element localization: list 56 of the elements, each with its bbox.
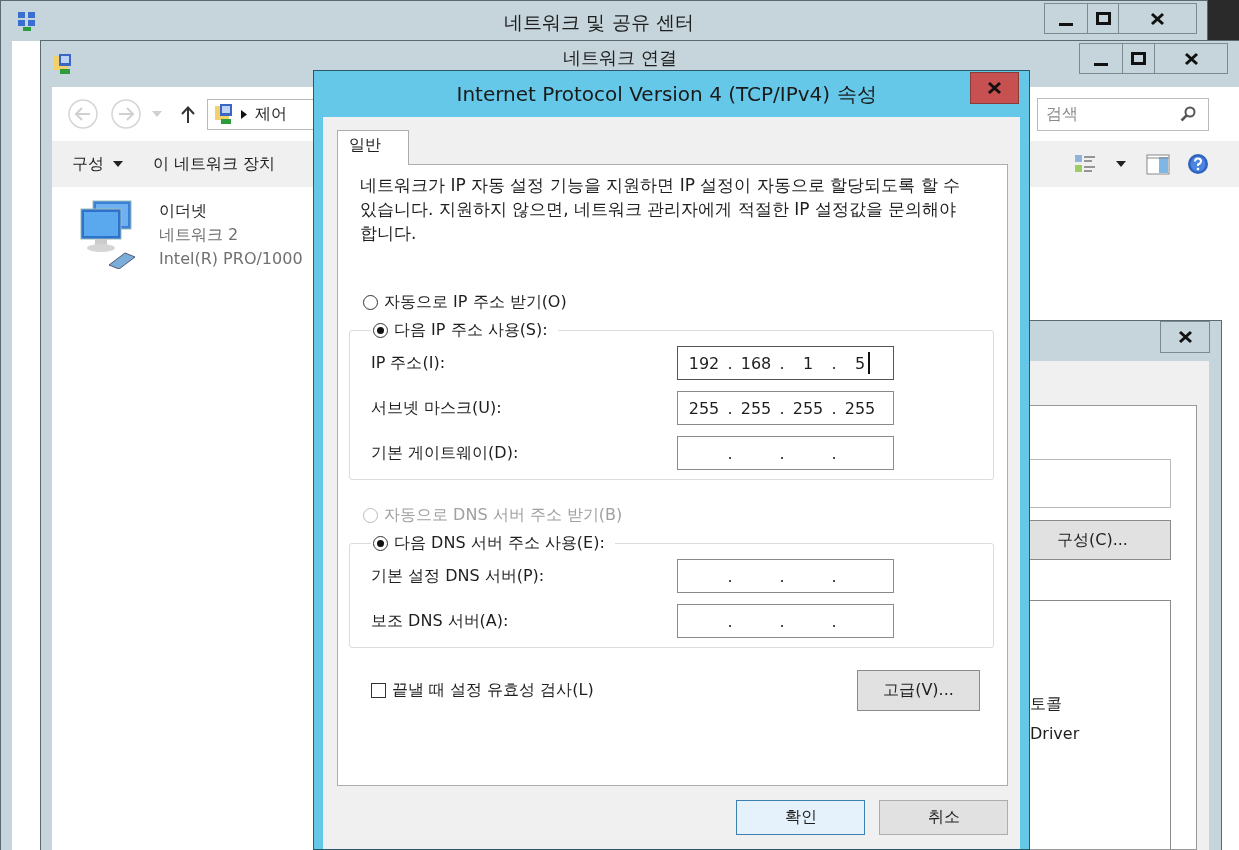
close-icon — [1183, 51, 1199, 66]
search-icon — [1180, 106, 1196, 122]
network-icon — [17, 10, 37, 32]
minimize-button[interactable] — [1079, 43, 1123, 74]
advanced-button[interactable]: 고급(V)... — [857, 670, 980, 711]
connection-detail: Intel(R) PRO/1000 — [159, 248, 303, 270]
preview-pane-icon[interactable] — [1146, 153, 1170, 175]
close-button[interactable] — [1118, 3, 1197, 34]
maximize-icon — [1131, 51, 1146, 66]
maximize-button[interactable] — [1087, 3, 1119, 34]
window-title: 네트워크 및 공유 센터 — [504, 10, 694, 35]
close-icon — [1177, 330, 1193, 344]
connection-name: 이더넷 — [159, 200, 208, 222]
checkbox[interactable]: 끝낼 때 설정 유효성 검사(L) — [371, 680, 594, 701]
close-icon — [1150, 11, 1165, 26]
view-options-icon[interactable] — [1074, 153, 1096, 175]
dialog-title: Internet Protocol Version 4 (TCP/IPv4) 속성 — [456, 80, 877, 108]
caret-icon — [113, 161, 123, 167]
field-label: 기본 게이트웨이(D): — [371, 442, 520, 464]
field-label: 서브넷 마스크(U): — [371, 397, 503, 419]
toolbar-button[interactable]: 구성 — [72, 153, 123, 175]
description-text: 네트워크가 IP 자동 설정 기능을 지원하면 IP 설정이 자동으로 할당되도록 할 수 있습니다. 지원하지 않으면, 네트워크 관리자에게 적절한 IP 설정값을 문의해야 합니다. — [360, 174, 960, 245]
caret-icon[interactable] — [1116, 161, 1126, 167]
up-arrow-icon[interactable] — [181, 105, 195, 123]
maximize-icon — [1095, 11, 1111, 26]
field-label: 기본 설정 DNS 서버(P): — [371, 565, 546, 587]
network-folder-icon — [214, 103, 233, 125]
ip-address-field[interactable]: 192 . 168 . 1 . 5 — [677, 346, 894, 380]
connection-detail: 네트워크 2 — [159, 224, 240, 246]
cancel-button[interactable]: 취소 — [879, 800, 1008, 835]
ip-address-field[interactable]: . . . — [677, 559, 894, 593]
close-button[interactable] — [1160, 321, 1210, 353]
network-folder-icon — [53, 53, 72, 75]
radio-option[interactable]: 자동으로 IP 주소 받기(O) — [363, 291, 985, 313]
minimize-icon — [1059, 23, 1073, 26]
field-label: 보조 DNS 서버(A): — [371, 610, 510, 632]
close-button[interactable] — [1154, 43, 1228, 74]
computers-icon — [79, 197, 137, 269]
ip-address-field[interactable]: . . . — [677, 604, 894, 638]
ip-address-field[interactable]: 255 . 255 . 255 . 255 — [677, 391, 894, 425]
toolbar-button[interactable]: 이 네트워크 장치 — [153, 153, 276, 175]
help-icon[interactable] — [1187, 153, 1209, 175]
radio-option[interactable]: 다음 IP 주소 사용(S): — [373, 319, 548, 341]
chevron-icon — [241, 109, 247, 119]
configure-button[interactable]: 구성(C)... — [1028, 520, 1171, 560]
maximize-button[interactable] — [1122, 43, 1155, 74]
ok-button[interactable]: 확인 — [736, 800, 865, 835]
field-label: IP 주소(I): — [371, 352, 447, 374]
window-title: 네트워크 연결 — [563, 46, 677, 70]
close-icon — [987, 81, 1002, 95]
radio-option[interactable]: 다음 DNS 서버 주소 사용(E): — [373, 532, 605, 554]
breadcrumb-item[interactable]: 제어 — [255, 103, 287, 125]
minimize-icon — [1094, 63, 1108, 66]
ip-address-field[interactable]: . . . — [677, 436, 894, 470]
minimize-button[interactable] — [1044, 3, 1088, 34]
tab[interactable]: 일반 — [337, 130, 409, 165]
